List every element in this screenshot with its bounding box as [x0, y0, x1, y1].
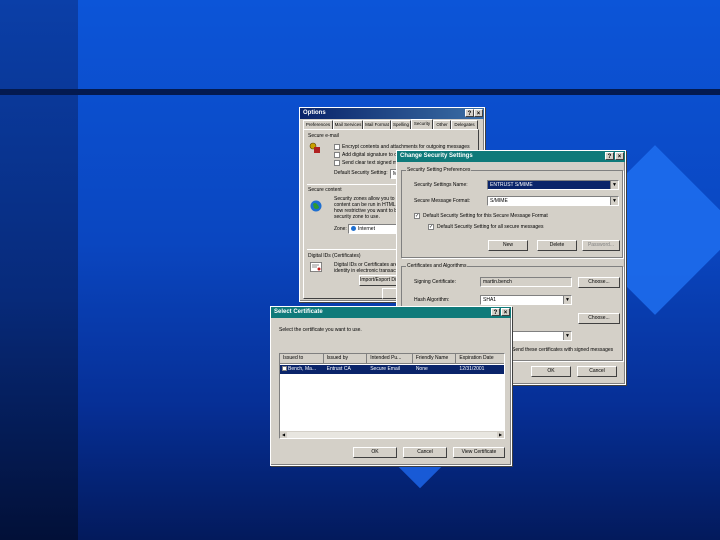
message-format-value: S/MIME	[490, 198, 508, 204]
list-header: Issued to Issued by Intended Pu... Frien…	[280, 354, 504, 364]
tab-other[interactable]: Other	[433, 120, 451, 129]
column-friendly-name[interactable]: Friendly Name	[412, 354, 457, 364]
change-security-titlebar[interactable]: Change Security Settings ? ×	[397, 151, 625, 162]
certificate-list[interactable]: Issued to Issued by Intended Pu... Frien…	[279, 353, 505, 439]
choose-encryption-cert-button[interactable]: Choose...	[578, 313, 620, 324]
close-icon[interactable]: ×	[474, 109, 483, 117]
secure-content-heading: Secure content	[308, 187, 342, 193]
globe-icon	[310, 200, 322, 212]
lock-key-icon	[309, 142, 320, 153]
default-all-label: Default Security Setting for all secure …	[437, 224, 544, 230]
chevron-down-icon[interactable]: ▼	[610, 181, 618, 189]
view-certificate-button[interactable]: View Certificate	[453, 447, 505, 458]
zone-select[interactable]: Internet	[348, 224, 398, 234]
signing-cert-field[interactable]: martin.bench	[480, 277, 572, 287]
zone-value: Internet	[358, 226, 375, 232]
help-icon[interactable]: ?	[491, 308, 500, 316]
table-row[interactable]: Bench, Ma... Entrust CA Secure Email Non…	[280, 365, 504, 374]
row-friendly-name: None	[412, 365, 457, 374]
column-intended-purpose[interactable]: Intended Pu...	[367, 354, 413, 364]
change-security-title: Change Security Settings	[400, 153, 473, 159]
choose-signing-cert-button[interactable]: Choose...	[578, 277, 620, 288]
delete-button[interactable]: Delete	[537, 240, 577, 251]
chevron-down-icon[interactable]: ▼	[610, 197, 618, 205]
select-certificate-window: Select Certificate ? × Select the certif…	[270, 306, 512, 466]
security-preferences-heading: Security Setting Preferences	[406, 167, 472, 173]
select-cancel-button[interactable]: Cancel	[403, 447, 447, 458]
change-ok-button[interactable]: OK	[531, 366, 571, 377]
security-preferences-group: Security Setting Preferences Security Se…	[401, 167, 623, 258]
horizontal-scrollbar[interactable]: ◀ ▶	[280, 431, 504, 438]
clear-text-checkbox[interactable]	[334, 160, 340, 166]
change-cancel-button[interactable]: Cancel	[577, 366, 617, 377]
message-format-select[interactable]: S/MIME ▼	[487, 196, 619, 206]
zone-label: Zone:	[334, 226, 347, 232]
send-certs-label: Send these certificates with signed mess…	[512, 347, 614, 353]
digital-ids-heading: Digital IDs (Certificates)	[308, 253, 361, 259]
settings-name-label: Security Settings Name:	[414, 182, 468, 188]
certificates-heading: Certificates and Algorithms	[406, 263, 468, 269]
encrypt-checkbox[interactable]	[334, 144, 340, 150]
close-icon[interactable]: ×	[501, 308, 510, 316]
row-intended-purpose: Secure Email	[367, 365, 413, 374]
new-button[interactable]: New	[488, 240, 528, 251]
tab-preferences[interactable]: Preferences	[303, 120, 333, 129]
settings-name-select[interactable]: ENTRUST S/MIME ▼	[487, 180, 619, 190]
close-icon[interactable]: ×	[615, 152, 624, 160]
hash-algorithm-label: Hash Algorithm:	[414, 297, 450, 303]
select-certificate-titlebar[interactable]: Select Certificate ? ×	[271, 307, 511, 318]
message-format-label: Secure Message Format:	[414, 198, 471, 204]
certificate-icon	[282, 366, 287, 372]
certificate-icon	[310, 262, 322, 272]
options-title: Options	[303, 110, 326, 116]
chevron-down-icon[interactable]: ▼	[563, 296, 571, 304]
background-left-strip	[0, 0, 78, 540]
tab-spelling[interactable]: Spelling	[391, 120, 411, 129]
scroll-left-icon[interactable]: ◀	[280, 432, 287, 438]
default-all-checkbox[interactable]: ✓	[428, 224, 434, 230]
default-format-checkbox[interactable]: ✓	[414, 213, 420, 219]
hash-algorithm-select[interactable]: SHA1 ▼	[480, 295, 572, 305]
column-issued-by[interactable]: Issued by	[323, 354, 368, 364]
row-issued-to: Bench, Ma...	[280, 365, 324, 374]
tab-mail-services[interactable]: Mail Services	[333, 120, 363, 129]
default-setting-label: Default Security Setting:	[334, 170, 388, 176]
hash-algorithm-value: SHA1	[483, 297, 497, 303]
zone-globe-icon	[351, 226, 356, 232]
options-titlebar[interactable]: Options ? ×	[300, 108, 484, 119]
select-ok-button[interactable]: OK	[353, 447, 397, 458]
sign-checkbox[interactable]	[334, 152, 340, 158]
row-issued-by: Entrust CA	[323, 365, 368, 374]
secure-content-text-4: security zone to use.	[334, 214, 380, 220]
select-instruction: Select the certificate you want to use.	[279, 327, 362, 333]
column-expiration-date[interactable]: Expiration Date	[456, 354, 504, 364]
tab-mail-format[interactable]: Mail Format	[363, 120, 391, 129]
scroll-right-icon[interactable]: ▶	[497, 432, 504, 438]
column-issued-to[interactable]: Issued to	[280, 354, 324, 364]
signing-cert-label: Signing Certificate:	[414, 279, 456, 285]
row-issued-to-text: Bench, Ma...	[288, 366, 317, 372]
default-format-label: Default Security Setting for this Secure…	[423, 213, 548, 219]
secure-email-heading: Secure e-mail	[308, 133, 339, 139]
settings-name-value: ENTRUST S/MIME	[490, 182, 533, 188]
encryption-algorithm-select[interactable]: ▼	[510, 331, 572, 341]
background-divider-bar	[0, 89, 720, 95]
password-button[interactable]: Password...	[582, 240, 620, 251]
row-expiration-date: 12/31/2001	[456, 365, 504, 374]
help-icon[interactable]: ?	[605, 152, 614, 160]
tab-delegates[interactable]: Delegates	[451, 120, 478, 129]
select-certificate-title: Select Certificate	[274, 309, 323, 315]
tab-security[interactable]: Security	[411, 119, 433, 129]
chevron-down-icon[interactable]: ▼	[563, 332, 571, 340]
help-icon[interactable]: ?	[465, 109, 474, 117]
